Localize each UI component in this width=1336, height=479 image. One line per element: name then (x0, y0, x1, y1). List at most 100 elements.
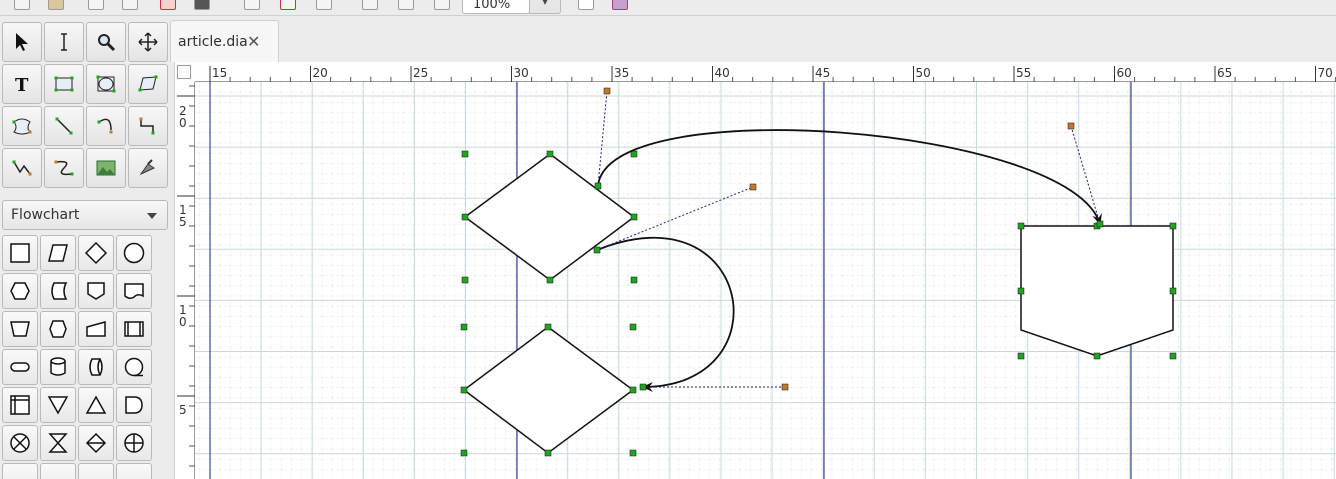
text-edit-tool[interactable] (44, 22, 84, 62)
resize-handle[interactable] (629, 323, 637, 331)
endpoint-handle[interactable] (639, 383, 647, 391)
svg-text:T: T (15, 75, 29, 96)
summing-junction-shape-icon[interactable] (2, 425, 38, 461)
direct-data-shape-icon[interactable] (78, 349, 114, 385)
resize-handle[interactable] (546, 276, 554, 284)
predefined-process-shape-icon[interactable] (116, 311, 152, 347)
polygon-tool[interactable] (128, 64, 168, 104)
cut-icon[interactable] (280, 0, 296, 10)
resize-handle[interactable] (1169, 287, 1177, 295)
horizontal-ruler: 15 20 25 30 35 40 45 50 55 60 65 70 (195, 64, 1336, 82)
line-color-icon[interactable] (578, 0, 594, 10)
text-tool[interactable]: T (2, 64, 42, 104)
resize-handle[interactable] (1169, 352, 1177, 360)
extract-shape-icon[interactable] (78, 387, 114, 423)
sort-shape-icon[interactable] (78, 425, 114, 461)
box-shape-icon[interactable] (2, 235, 38, 271)
control-handle[interactable] (781, 383, 789, 391)
diagram-canvas[interactable] (195, 82, 1336, 479)
box-tool[interactable] (44, 64, 84, 104)
control-handle[interactable] (749, 183, 757, 191)
resize-handle[interactable] (544, 449, 552, 457)
save-icon[interactable] (88, 0, 104, 10)
resize-handle[interactable] (546, 150, 554, 158)
open-folder-icon[interactable] (48, 0, 64, 10)
or-shape-icon[interactable] (116, 425, 152, 461)
endpoint-handle[interactable] (1096, 220, 1104, 228)
sheet-selector[interactable]: Flowchart (2, 200, 168, 230)
resize-handle[interactable] (629, 449, 637, 457)
fill-color-icon[interactable] (612, 0, 628, 10)
control-handle[interactable] (1067, 122, 1075, 130)
ellipse-tool[interactable] (86, 64, 126, 104)
parallelogram-shape-icon[interactable] (40, 235, 76, 271)
collate-shape-icon[interactable] (40, 425, 76, 461)
resize-handle[interactable] (1169, 222, 1177, 230)
resize-handle[interactable] (630, 276, 638, 284)
stored-data-shape-icon[interactable] (40, 273, 76, 309)
endpoint-handle[interactable] (594, 182, 602, 190)
resize-handle[interactable] (460, 386, 468, 394)
resize-handle[interactable] (461, 213, 469, 221)
close-icon[interactable]: ✕ (247, 32, 260, 51)
bezier-line-tool[interactable] (44, 148, 84, 188)
print-icon[interactable] (194, 0, 210, 10)
preparation-shape-icon[interactable] (2, 273, 38, 309)
resize-handle[interactable] (461, 150, 469, 158)
new-file-icon[interactable] (14, 0, 30, 10)
resize-handle[interactable] (629, 386, 637, 394)
resize-handle[interactable] (630, 213, 638, 221)
zoom-input[interactable]: 100% (462, 0, 530, 14)
zoom-in-icon[interactable] (398, 0, 414, 10)
resize-handle[interactable] (544, 323, 552, 331)
outline-tool[interactable] (128, 148, 168, 188)
image-tool[interactable] (86, 148, 126, 188)
polyline-tool[interactable] (2, 148, 42, 188)
delay-shape-icon[interactable] (116, 387, 152, 423)
resize-handle[interactable] (460, 449, 468, 457)
manual-input-shape-icon[interactable] (78, 311, 114, 347)
resize-handle[interactable] (630, 150, 638, 158)
tab-article[interactable]: article.dia ✕ (170, 20, 279, 62)
merge-shape-icon[interactable] (40, 387, 76, 423)
manual-operation-shape-icon[interactable] (2, 311, 38, 347)
card-shape-icon[interactable] (2, 463, 38, 479)
resize-handle[interactable] (1017, 352, 1025, 360)
zigzag-line-tool[interactable] (128, 106, 168, 146)
diamond-shape-icon[interactable] (78, 235, 114, 271)
offpage-connector-shape-icon[interactable] (78, 273, 114, 309)
trapezoid-shape-icon[interactable] (116, 463, 152, 479)
magnify-tool[interactable] (86, 22, 126, 62)
magnetic-disk-shape-icon[interactable] (40, 349, 76, 385)
zoom-out-icon[interactable] (434, 0, 450, 10)
resize-handle[interactable] (1017, 287, 1025, 295)
resize-handle[interactable] (1093, 352, 1101, 360)
resize-handle[interactable] (460, 323, 468, 331)
control-handle[interactable] (603, 87, 611, 95)
save-as-icon[interactable] (122, 0, 138, 10)
endpoint-handle[interactable] (593, 246, 601, 254)
document-shape-icon[interactable] (116, 273, 152, 309)
hexagon-shape-icon[interactable] (40, 311, 76, 347)
beziergon-tool[interactable] (2, 106, 42, 146)
line-icon (55, 117, 73, 135)
arc-tool[interactable] (86, 106, 126, 146)
select-tool[interactable] (2, 22, 42, 62)
zoom-dropdown-button[interactable]: ▾ (529, 0, 561, 14)
sequential-data-shape-icon[interactable] (116, 349, 152, 385)
zoom-fit-icon[interactable] (362, 0, 378, 10)
line-tool[interactable] (44, 106, 84, 146)
punched-tape-shape-icon[interactable] (40, 463, 76, 479)
display-shape-icon[interactable] (78, 463, 114, 479)
ruler-label: 15 (212, 66, 227, 80)
paste-icon[interactable] (316, 0, 332, 10)
terminal-shape-icon[interactable] (2, 349, 38, 385)
copy-icon[interactable] (244, 0, 260, 10)
resize-handle[interactable] (461, 276, 469, 284)
internal-storage-shape-icon[interactable] (2, 387, 38, 423)
export-icon[interactable] (160, 0, 176, 10)
circle-shape-icon[interactable] (116, 235, 152, 271)
ruler-corner-button[interactable] (177, 65, 191, 79)
resize-handle[interactable] (1017, 222, 1025, 230)
scroll-tool[interactable] (128, 22, 168, 62)
